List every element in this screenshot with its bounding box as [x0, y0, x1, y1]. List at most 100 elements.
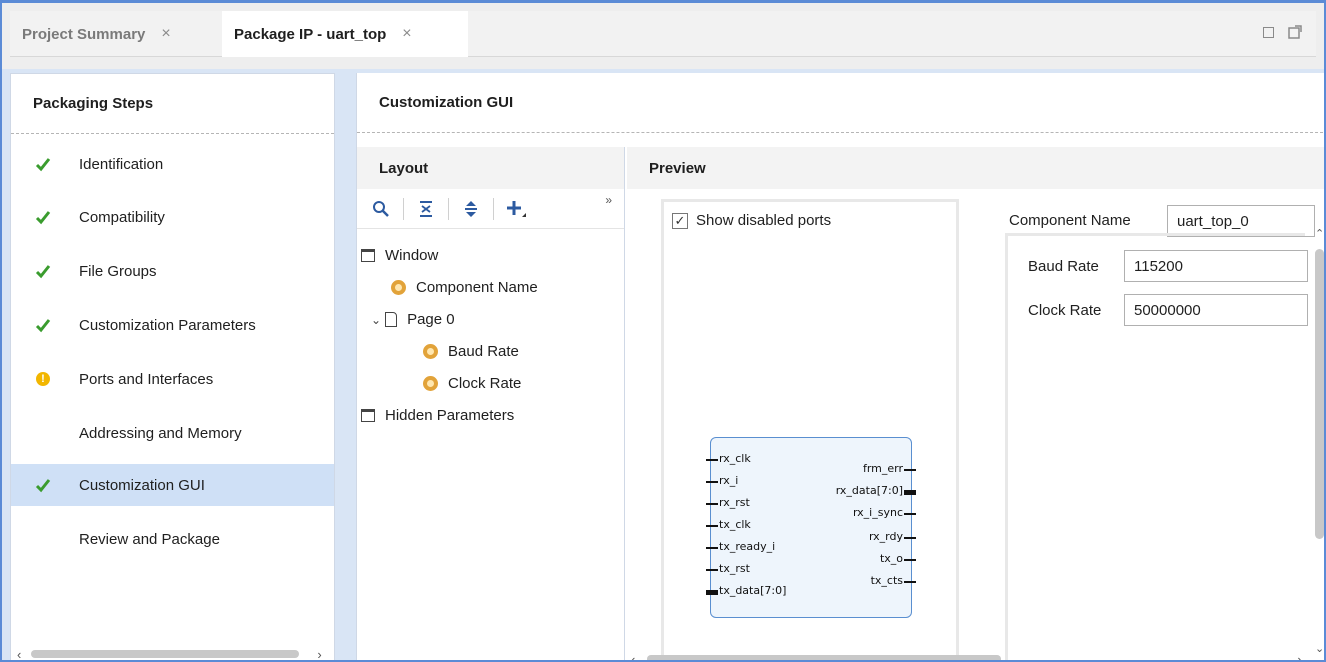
step-status-empty — [33, 529, 53, 549]
tab-strip: Project Summary × Package IP - uart_top … — [10, 11, 1316, 57]
tree-label: Window — [385, 247, 439, 264]
scrollbar-thumb[interactable] — [31, 650, 300, 658]
layout-panel: Layout » Window Component Name ⌄ Page 0 … — [357, 147, 625, 660]
check-icon — [33, 154, 53, 174]
scroll-right-icon[interactable]: › — [317, 647, 321, 661]
expand-all-icon[interactable] — [459, 197, 483, 221]
scroll-left-icon[interactable]: ‹ — [17, 647, 21, 661]
step-file-groups[interactable]: File Groups — [11, 250, 334, 292]
window-icon — [361, 249, 375, 262]
scrollbar-thumb[interactable] — [1315, 249, 1324, 539]
tree-item-window[interactable]: Window — [361, 247, 438, 264]
gear-icon — [423, 344, 438, 359]
restore-icon[interactable] — [1288, 25, 1302, 39]
window-controls — [1263, 25, 1302, 39]
component-name-label: Component Name — [1009, 212, 1131, 229]
window-icon — [361, 409, 375, 422]
step-label: Customization Parameters — [79, 316, 256, 334]
tree-item-page-0[interactable]: ⌄ Page 0 — [371, 311, 455, 328]
panel-title: Packaging Steps — [11, 74, 334, 134]
step-addressing-and-memory[interactable]: Addressing and Memory — [11, 412, 334, 454]
input-port: tx_clk — [706, 518, 751, 531]
tab-bar: Project Summary × Package IP - uart_top … — [2, 3, 1324, 69]
clock-rate-field[interactable]: 50000000 — [1124, 294, 1308, 326]
input-port: tx_rst — [706, 562, 750, 575]
chevron-down-icon[interactable]: ⌄ — [371, 313, 381, 327]
gear-icon — [423, 376, 438, 391]
tab-package-ip[interactable]: Package IP - uart_top × — [222, 11, 468, 57]
input-port: rx_i — [706, 474, 738, 487]
tree-label: Component Name — [416, 279, 538, 296]
ip-symbol: rx_clk rx_i rx_rst tx_clk tx_ready_i tx_… — [706, 437, 916, 618]
step-customization-gui[interactable]: Customization GUI — [11, 464, 334, 506]
more-icon[interactable]: » — [605, 193, 612, 207]
search-icon[interactable] — [369, 197, 393, 221]
customization-gui-panel: Customization GUI Layout » Window Compon… — [356, 73, 1324, 661]
tree-item-clock-rate[interactable]: Clock Rate — [423, 375, 521, 392]
gear-icon — [391, 280, 406, 295]
tree-label: Hidden Parameters — [385, 407, 515, 424]
check-icon — [33, 261, 53, 281]
step-label: Review and Package — [79, 530, 220, 548]
preview-panel: Preview ✓ Show disabled ports rx_clk rx_… — [627, 147, 1324, 661]
packaging-steps-panel: Packaging Steps Identification Compatibi… — [10, 73, 335, 661]
scrollbar-thumb[interactable] — [647, 655, 1002, 660]
input-port: tx_ready_i — [706, 540, 775, 553]
scroll-up-icon[interactable]: ⌃ — [1315, 227, 1324, 240]
clock-rate-label: Clock Rate — [1028, 302, 1102, 319]
output-port: tx_cts — [871, 574, 916, 587]
scroll-right-icon[interactable]: › — [1297, 652, 1301, 661]
baud-rate-field[interactable]: 115200 — [1124, 250, 1308, 282]
scroll-down-icon[interactable]: ⌄ — [1315, 642, 1324, 655]
tree-label: Clock Rate — [448, 375, 522, 392]
input-port: rx_rst — [706, 496, 750, 509]
tree-label: Page 0 — [407, 311, 455, 328]
tree-item-hidden-parameters[interactable]: Hidden Parameters — [361, 407, 514, 424]
show-disabled-ports-checkbox[interactable]: ✓ Show disabled ports — [672, 212, 831, 229]
maximize-icon[interactable] — [1263, 27, 1274, 38]
step-ports-and-interfaces[interactable]: ! Ports and Interfaces — [11, 358, 334, 400]
step-label: Customization GUI — [79, 476, 205, 494]
page-0-group: Baud Rate 115200 Clock Rate 50000000 — [1005, 233, 1308, 660]
add-icon[interactable] — [504, 197, 528, 221]
step-review-and-package[interactable]: Review and Package — [11, 518, 334, 560]
step-label: Addressing and Memory — [79, 424, 242, 442]
check-icon — [33, 207, 53, 227]
layout-toolbar: » — [357, 189, 624, 229]
horizontal-scrollbar[interactable]: ‹ › — [17, 647, 327, 661]
horizontal-scrollbar[interactable]: ‹ › — [627, 652, 1313, 661]
tab-project-summary[interactable]: Project Summary × — [10, 11, 222, 57]
tree-item-component-name[interactable]: Component Name — [391, 279, 538, 296]
checkbox-label: Show disabled ports — [696, 212, 832, 229]
tree-item-baud-rate[interactable]: Baud Rate — [423, 343, 519, 360]
step-identification[interactable]: Identification — [11, 143, 334, 185]
check-icon — [33, 315, 53, 335]
input-port: rx_clk — [706, 452, 751, 465]
close-icon[interactable]: × — [402, 25, 411, 43]
baud-rate-label: Baud Rate — [1028, 258, 1099, 275]
step-label: File Groups — [79, 262, 157, 280]
step-label: Ports and Interfaces — [79, 370, 214, 388]
vertical-scrollbar[interactable]: ⌃ ⌄ — [1313, 227, 1324, 660]
input-bus-port: tx_data[7:0] — [706, 584, 786, 597]
collapse-all-icon[interactable] — [414, 197, 438, 221]
check-icon — [33, 475, 53, 495]
port-preview-box: ✓ Show disabled ports rx_clk rx_i rx_rst… — [661, 199, 959, 659]
step-customization-parameters[interactable]: Customization Parameters — [11, 304, 334, 346]
tab-label: Project Summary — [22, 25, 146, 43]
close-icon[interactable]: × — [161, 25, 170, 43]
toolbar-separator — [403, 197, 404, 220]
main-title: Customization GUI — [357, 73, 1324, 133]
step-status-empty — [33, 423, 53, 443]
output-port: rx_rdy — [869, 530, 916, 543]
tab-label: Package IP - uart_top — [234, 25, 387, 43]
page-icon — [385, 312, 398, 327]
tree-label: Baud Rate — [448, 343, 519, 360]
checkbox-checked-icon[interactable]: ✓ — [672, 212, 688, 229]
step-compatibility[interactable]: Compatibility — [11, 196, 334, 238]
output-port: rx_i_sync — [853, 506, 916, 519]
preview-area: ✓ Show disabled ports rx_clk rx_i rx_rst… — [627, 189, 1324, 661]
scroll-left-icon[interactable]: ‹ — [631, 652, 635, 661]
output-bus-port: rx_data[7:0] — [836, 484, 916, 497]
preview-title: Preview — [627, 147, 1324, 189]
